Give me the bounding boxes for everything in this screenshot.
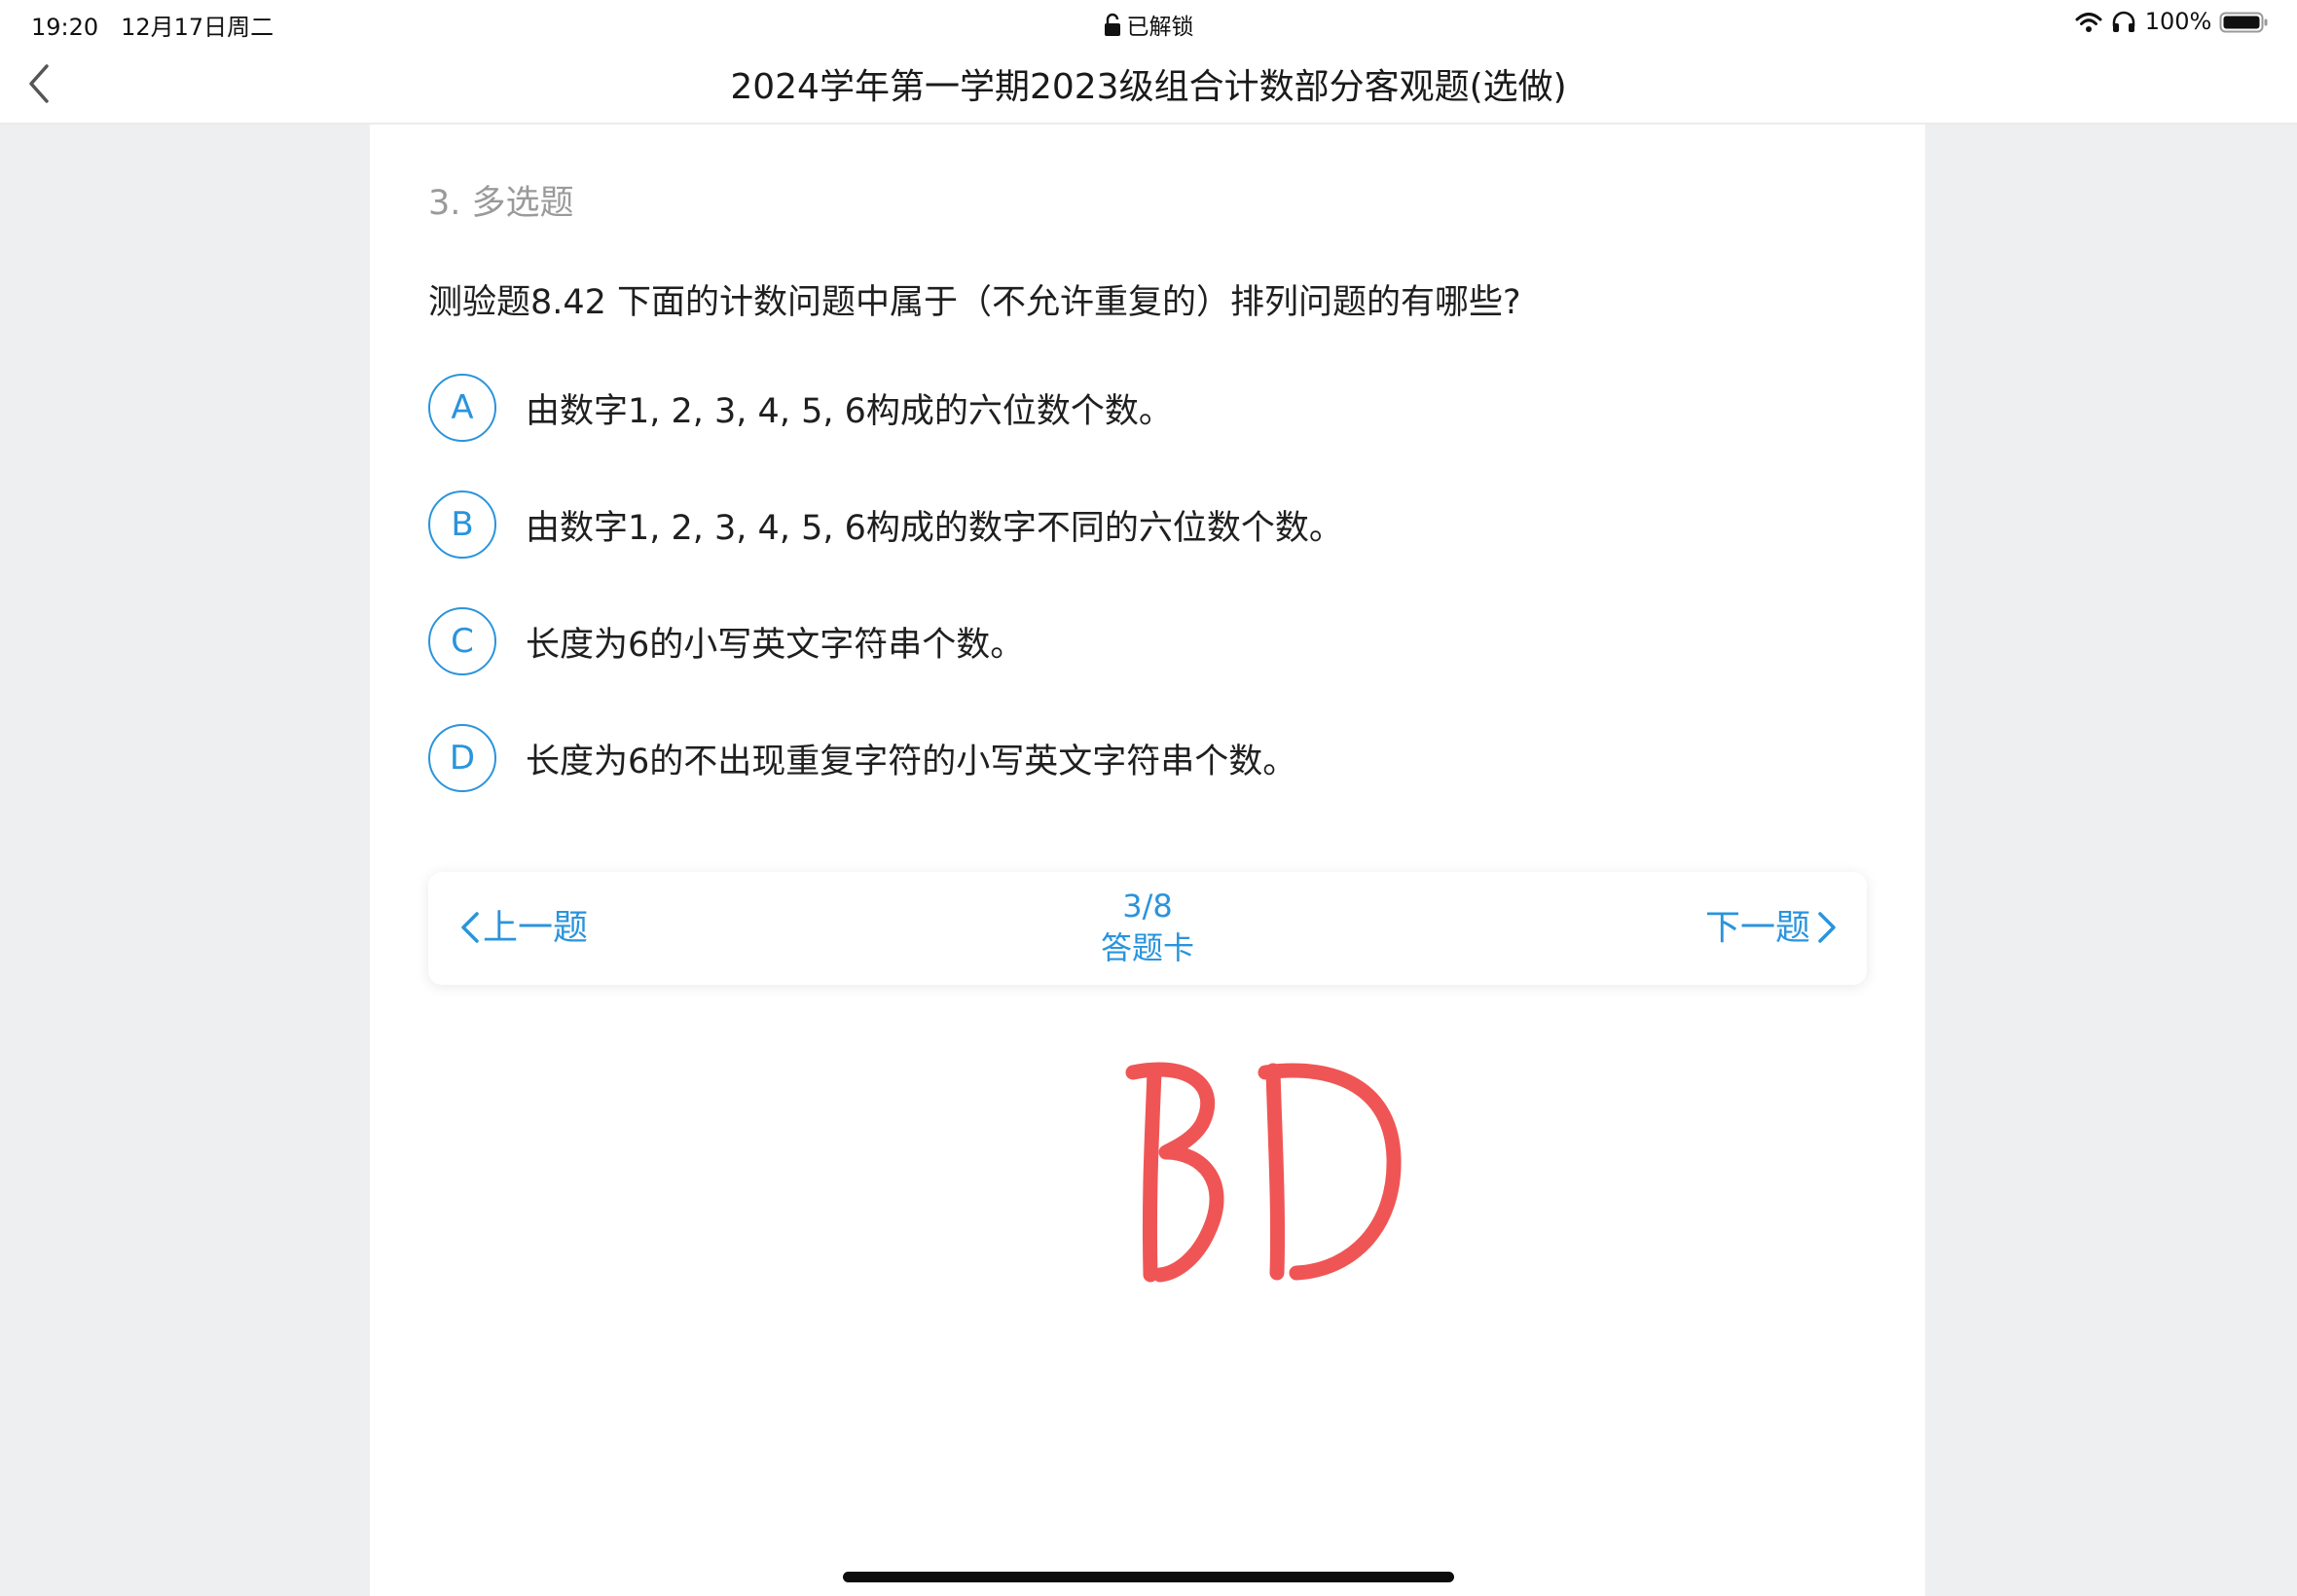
lock-status-label: 已解锁	[1126, 15, 1194, 40]
next-question-label: 下一题	[1704, 908, 1810, 948]
option-b[interactable]: B 由数字1, 2, 3, 4, 5, 6构成的数字不同的六位数个数。	[428, 490, 1791, 559]
wifi-icon	[2075, 13, 2102, 32]
lock-icon	[1104, 13, 1120, 36]
lock-status: 已解锁	[0, 8, 2297, 41]
option-text: 由数字1, 2, 3, 4, 5, 6构成的数字不同的六位数个数。	[526, 509, 1343, 548]
question-pager: 上一题 3/8 答题卡 下一题	[428, 872, 1867, 985]
question-type-label: 3. 多选题	[428, 184, 574, 223]
chevron-left-icon	[29, 64, 49, 103]
page-title: 2024学年第一学期2023级组合计数部分客观题(选做)	[730, 67, 1567, 107]
option-letter-circle[interactable]: A	[428, 374, 496, 442]
prev-question-button[interactable]: 上一题	[457, 872, 588, 985]
option-letter-circle[interactable]: B	[428, 490, 496, 559]
answer-card-button[interactable]: 3/8 答题卡	[1002, 886, 1294, 969]
question-text: 测验题8.42 下面的计数问题中属于（不允许重复的）排列问题的有哪些?	[428, 283, 1521, 322]
home-indicator[interactable]	[843, 1572, 1454, 1582]
status-bar: 19:20 12月17日周二 已解锁 100%	[0, 0, 2297, 45]
answer-card-label: 答题卡	[1100, 929, 1194, 966]
chevron-right-icon	[1818, 912, 1836, 943]
battery-icon	[2219, 12, 2268, 33]
option-a[interactable]: A 由数字1, 2, 3, 4, 5, 6构成的六位数个数。	[428, 374, 1791, 442]
status-indicators: 100%	[2075, 8, 2270, 35]
headphones-icon	[2112, 11, 2135, 32]
option-text: 长度为6的小写英文字符串个数。	[526, 626, 1025, 665]
navigation-bar: 2024学年第一学期2023级组合计数部分客观题(选做)	[0, 45, 2297, 125]
option-text: 由数字1, 2, 3, 4, 5, 6构成的六位数个数。	[526, 392, 1173, 431]
handwritten-answer: BD	[1125, 1062, 1402, 1283]
option-d[interactable]: D 长度为6的不出现重复字符的小写英文字符串个数。	[428, 724, 1791, 792]
page-indicator: 3/8	[1122, 888, 1173, 925]
option-letter-circle[interactable]: C	[428, 607, 496, 675]
chevron-left-icon	[461, 912, 479, 943]
question-panel: 3. 多选题 测验题8.42 下面的计数问题中属于（不允许重复的）排列问题的有哪…	[370, 125, 1925, 1596]
option-letter-circle[interactable]: D	[428, 724, 496, 792]
option-text: 长度为6的不出现重复字符的小写英文字符串个数。	[526, 743, 1297, 781]
back-button[interactable]	[18, 58, 64, 109]
option-c[interactable]: C 长度为6的小写英文字符串个数。	[428, 607, 1791, 675]
prev-question-label: 上一题	[483, 908, 589, 948]
next-question-button[interactable]: 下一题	[1705, 872, 1840, 985]
battery-percent: 100%	[2144, 8, 2212, 35]
